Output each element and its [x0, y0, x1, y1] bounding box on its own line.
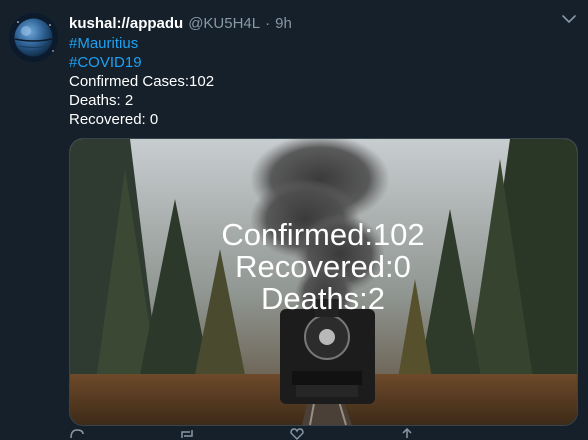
- tweet-timestamp[interactable]: 9h: [275, 15, 292, 32]
- user-handle[interactable]: @KU5H4L: [188, 15, 260, 32]
- image-overlay-confirmed: Confirmed:102: [221, 217, 424, 252]
- hashtag-link[interactable]: #Mauritius: [69, 34, 214, 53]
- retweet-icon[interactable]: [179, 428, 289, 440]
- share-icon[interactable]: [399, 428, 509, 440]
- separator-dot: ·: [265, 14, 271, 32]
- tweet-line: Confirmed Cases:102: [69, 73, 215, 90]
- like-icon[interactable]: [289, 428, 399, 440]
- avatar[interactable]: [9, 13, 58, 62]
- chevron-down-icon[interactable]: [558, 8, 580, 30]
- tweet-actions: [69, 428, 578, 440]
- hashtag-link[interactable]: #COVID19: [69, 53, 214, 72]
- image-overlay-deaths: Deaths:2: [261, 281, 385, 316]
- display-name[interactable]: kushal://appadu: [69, 15, 183, 32]
- tweet-header: kushal://appadu @KU5H4L · 9h: [69, 12, 292, 34]
- tweet[interactable]: kushal://appadu @KU5H4L · 9h #Mauritius …: [0, 0, 588, 440]
- reply-icon[interactable]: [69, 428, 179, 440]
- image-overlay-recovered: Recovered:0: [235, 249, 411, 284]
- tweet-text: #Mauritius #COVID19 Confirmed Cases:102 …: [69, 34, 214, 129]
- tweet-image[interactable]: Confirmed:102 Recovered:0 Deaths:2: [69, 138, 578, 426]
- tweet-line: Deaths: 2: [69, 92, 134, 109]
- tweet-line: Recovered: 0: [69, 111, 159, 128]
